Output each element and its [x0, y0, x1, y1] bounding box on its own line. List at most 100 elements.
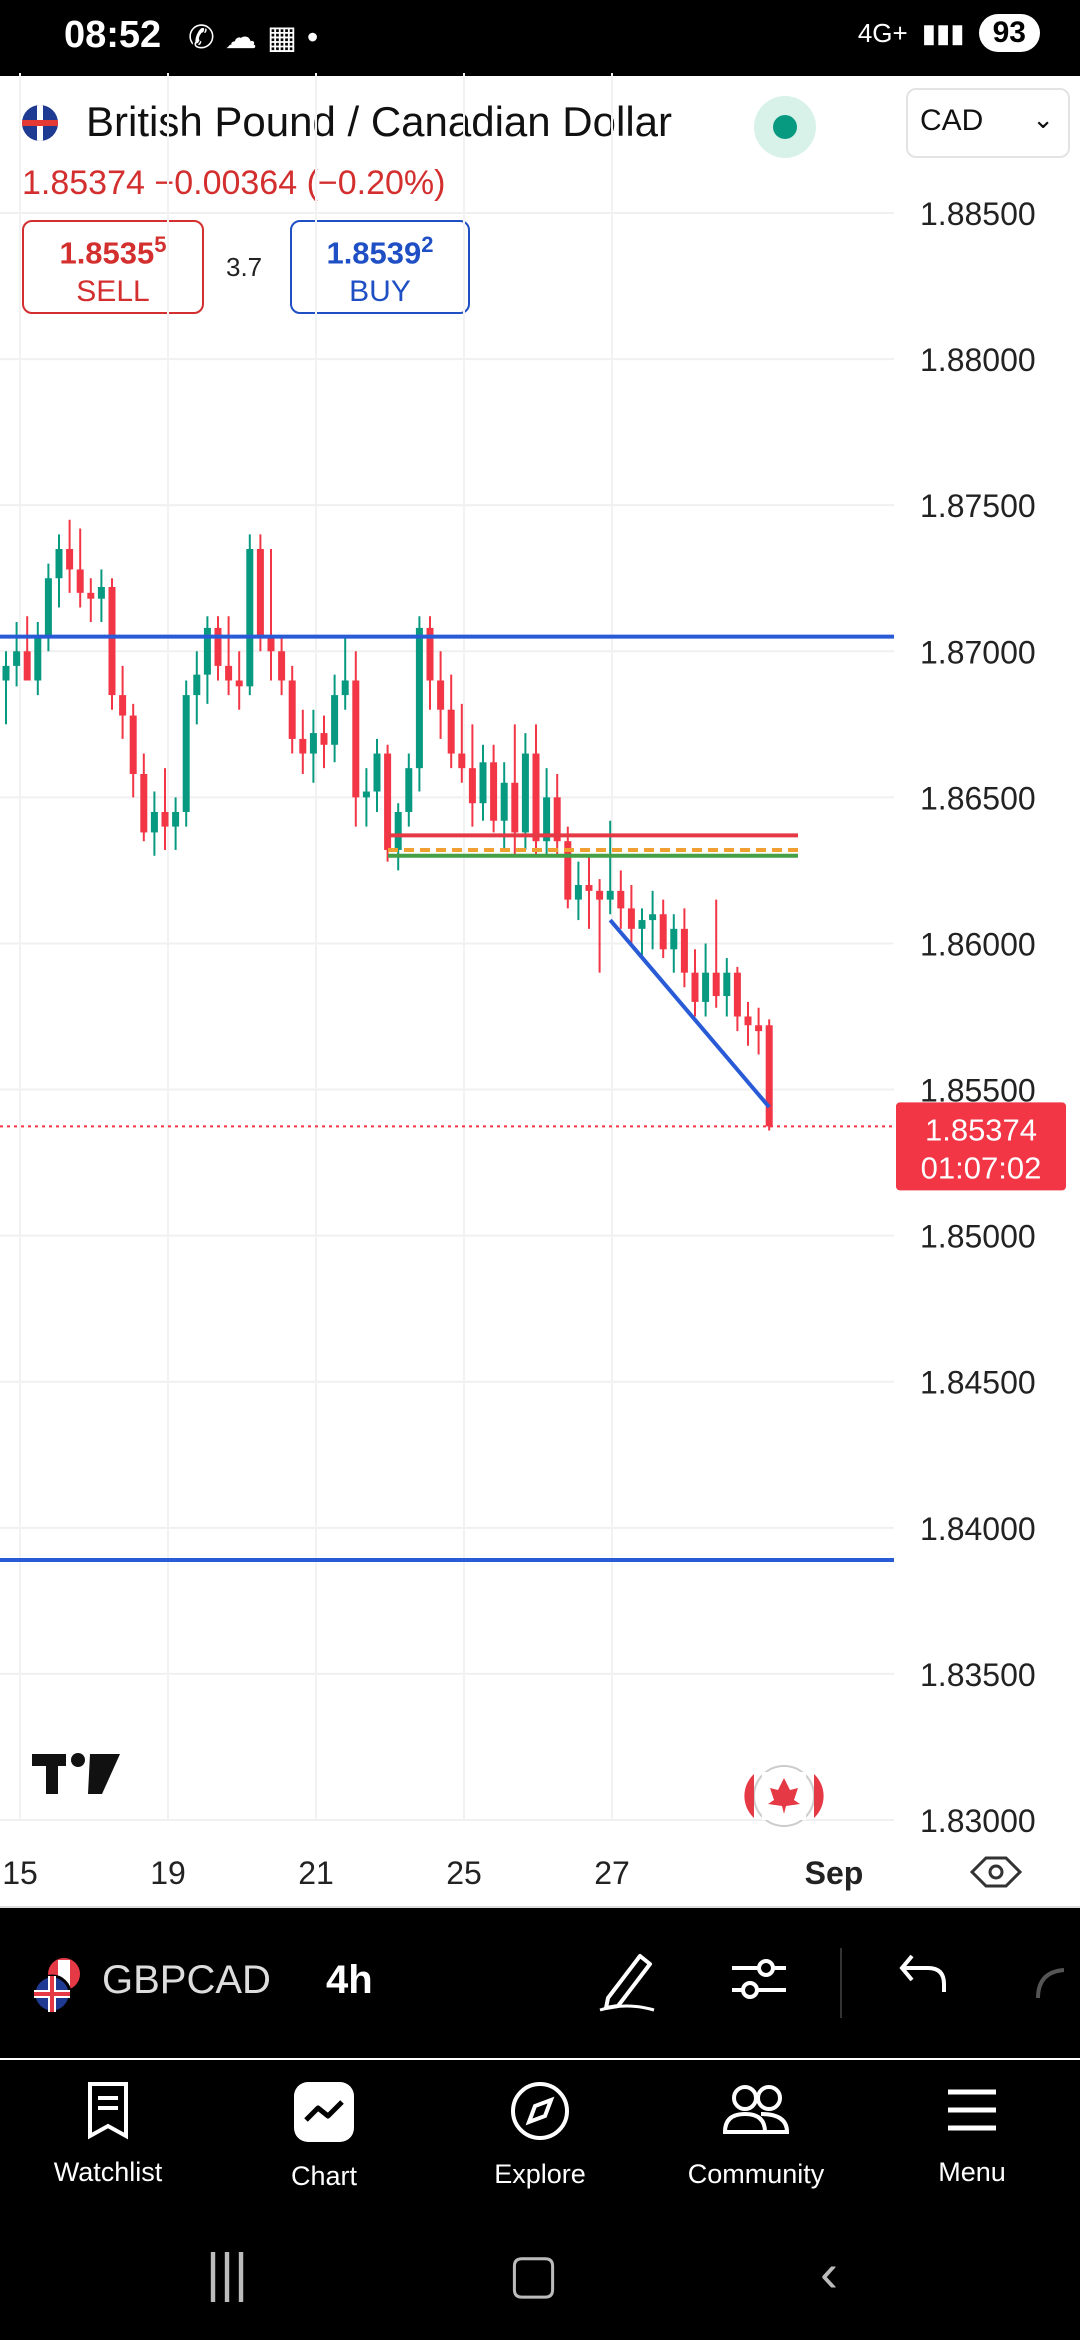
- candle-body: [670, 928, 678, 950]
- candle-body: [712, 972, 720, 997]
- candle-body: [256, 549, 264, 637]
- menu-icon: [948, 2089, 996, 2131]
- y-axis-label: 1.84500: [920, 1365, 1036, 1401]
- redo-icon[interactable]: [1034, 1962, 1080, 2002]
- candle-body: [13, 651, 21, 666]
- home-icon[interactable]: ▢: [508, 2242, 559, 2305]
- candle-body: [638, 920, 646, 929]
- candle-body: [278, 651, 286, 681]
- pen-draw-icon[interactable]: [596, 1948, 658, 2014]
- x-axis-label: 21: [298, 1855, 334, 1891]
- candle-body: [34, 636, 42, 681]
- community-icon: [722, 2085, 790, 2134]
- candle-body: [458, 753, 466, 769]
- watchlist-icon: [88, 2082, 128, 2140]
- chart-settings-icon: [969, 1856, 1023, 1888]
- candle-body: [140, 773, 148, 833]
- y-axis-label: 1.87000: [920, 634, 1036, 670]
- candle-body: [235, 680, 243, 687]
- y-axis-label: 1.86000: [920, 926, 1036, 962]
- indicator-settings-icon[interactable]: [728, 1948, 790, 2010]
- y-axis-label: 1.83500: [920, 1657, 1036, 1693]
- candle-body: [490, 762, 498, 821]
- y-axis-label: 1.83000: [920, 1803, 1036, 1839]
- candle-body: [129, 715, 137, 774]
- bottom-navigation: Watchlist Chart Explore Community Menu: [0, 2060, 1080, 2220]
- candle-body: [150, 811, 158, 833]
- candle-body: [288, 680, 296, 739]
- x-axis-label: 25: [446, 1855, 482, 1891]
- chart-icon: [294, 2082, 354, 2142]
- nav-label-menu: Menu: [938, 2157, 1006, 2187]
- candle-body: [97, 586, 105, 599]
- candle-body: [246, 549, 254, 687]
- tradingview-logo-icon: [32, 1753, 120, 1794]
- candle-body: [447, 709, 455, 754]
- candle-body: [182, 695, 190, 812]
- toolbar-timeframe[interactable]: 4h: [326, 1958, 373, 2003]
- candle-body: [500, 782, 508, 821]
- trend-line: [608, 918, 771, 1109]
- candle-body: [659, 914, 667, 950]
- x-axis-label: Sep: [805, 1855, 864, 1891]
- candle-body: [723, 972, 731, 997]
- system-navigation-bar: ||| ▢ ‹: [0, 2220, 1080, 2340]
- candle-body: [55, 549, 63, 579]
- candle-body: [352, 680, 360, 798]
- chart-settings-icon-center: [988, 1864, 1004, 1880]
- y-axis-label: 1.88500: [920, 196, 1036, 232]
- candle-body: [437, 680, 445, 710]
- candle-body: [87, 592, 95, 599]
- nav-community[interactable]: Community: [648, 2080, 864, 2190]
- candle-body: [2, 665, 10, 681]
- nav-explore[interactable]: Explore: [432, 2080, 648, 2190]
- chart-toolbar: GBPCAD 4h: [0, 1908, 1080, 2058]
- candle-body: [108, 586, 116, 696]
- candle-body: [479, 762, 487, 804]
- candlestick-chart[interactable]: 1.88500 1.88000 1.87500 1.87000 1.86500 1.860…: [0, 0, 1080, 1908]
- nav-label-explore: Explore: [494, 2159, 586, 2189]
- candle-body: [627, 908, 635, 929]
- candle-body: [76, 569, 84, 593]
- candle-body: [320, 733, 328, 745]
- candle-body: [66, 549, 74, 570]
- y-axis-label: 1.86500: [920, 780, 1036, 816]
- candle-body: [193, 674, 201, 696]
- candle-body: [574, 885, 582, 900]
- candle-body: [341, 680, 349, 696]
- candle-body: [521, 753, 529, 833]
- candle-body: [394, 811, 402, 850]
- candle-body: [702, 972, 710, 1002]
- undo-icon[interactable]: [898, 1948, 950, 2000]
- candle-body: [649, 914, 657, 921]
- candle-body: [214, 627, 222, 666]
- candle-body: [691, 972, 699, 1002]
- x-axis-label: 27: [594, 1855, 630, 1891]
- candle-body: [596, 890, 604, 900]
- gbpcad-flag-icon: [32, 1958, 80, 2014]
- recent-apps-icon[interactable]: |||: [206, 2242, 248, 2304]
- candle-body: [362, 791, 370, 798]
- toolbar-symbol[interactable]: GBPCAD: [102, 1958, 271, 2003]
- candle-body: [331, 695, 339, 745]
- candle-body: [44, 578, 52, 637]
- y-axis-label: 1.84000: [920, 1511, 1036, 1547]
- countdown-label: 01:07:02: [921, 1150, 1042, 1185]
- nav-chart[interactable]: Chart: [216, 2080, 432, 2192]
- nav-label-community: Community: [687, 2159, 825, 2189]
- candle-body: [415, 627, 423, 769]
- nav-menu[interactable]: Menu: [864, 2080, 1080, 2188]
- candle-body: [755, 1025, 763, 1032]
- back-icon[interactable]: ‹: [820, 2242, 838, 2304]
- x-axis-label: 15: [2, 1855, 38, 1891]
- candle-body: [299, 738, 307, 754]
- nav-label-chart: Chart: [290, 2161, 358, 2191]
- candle-body: [744, 1016, 752, 1026]
- current-price-label: 1.85374: [925, 1112, 1037, 1147]
- candle-body: [23, 651, 31, 681]
- nav-watchlist[interactable]: Watchlist: [0, 2080, 216, 2188]
- candle-body: [119, 695, 127, 716]
- candle-body: [373, 753, 381, 792]
- y-axis-label: 1.87500: [920, 488, 1036, 524]
- candle-body: [585, 885, 593, 891]
